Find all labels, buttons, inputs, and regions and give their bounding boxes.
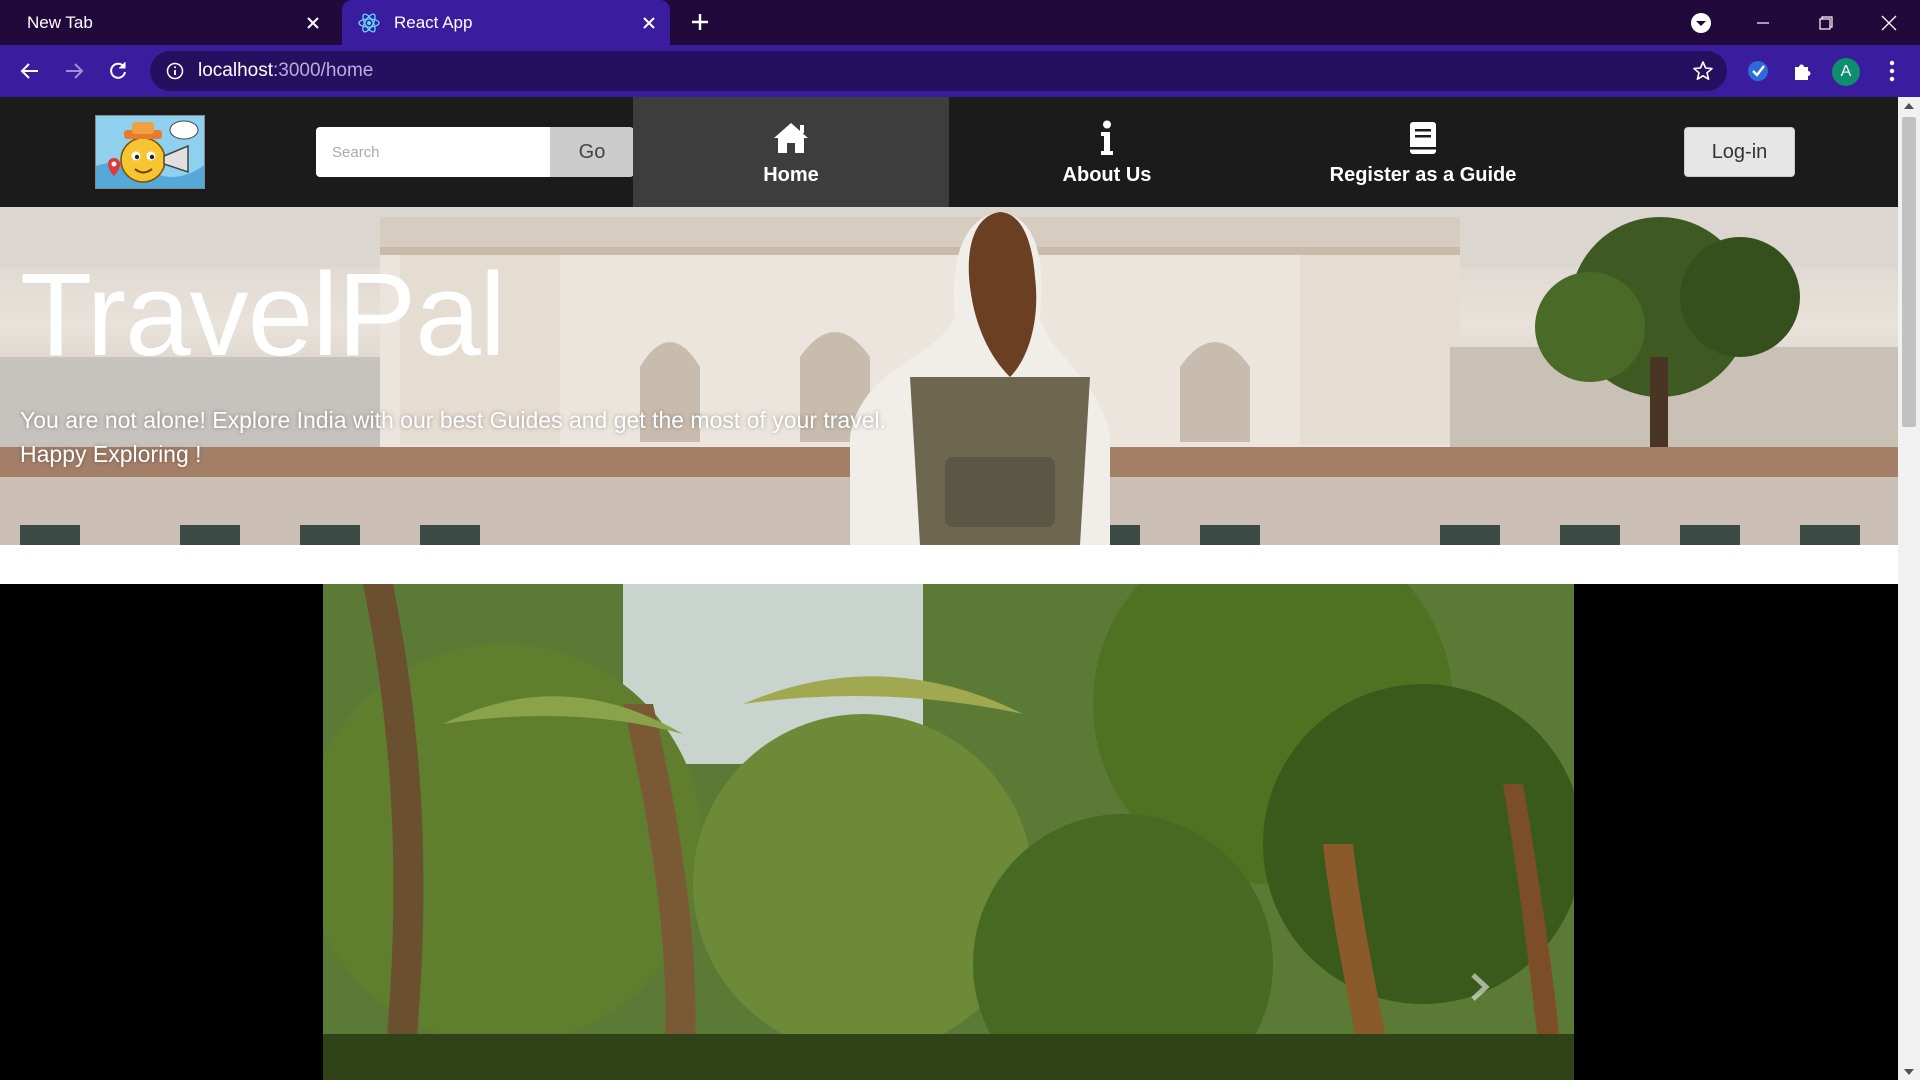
login-button[interactable]: Log-in <box>1684 127 1795 177</box>
hero-subtitle-line1: You are not alone! Explore India with ou… <box>20 407 887 433</box>
address-bar[interactable]: localhost:3000/home <box>150 51 1727 91</box>
profile-avatar[interactable]: A <box>1832 58 1860 86</box>
image-carousel <box>0 584 1898 1080</box>
hero-subtitle-line2: Happy Exploring ! <box>20 441 202 467</box>
scroll-up-arrow-icon[interactable] <box>1898 97 1920 114</box>
book-icon <box>1408 118 1438 158</box>
go-button[interactable]: Go <box>550 127 634 177</box>
site-navbar: Go Home About Us Register as a Guide Log… <box>0 97 1898 207</box>
tab-search-icon[interactable] <box>1686 8 1716 38</box>
scroll-down-arrow-icon[interactable] <box>1898 1063 1920 1080</box>
new-tab-button[interactable] <box>684 6 716 38</box>
page-scrollbar[interactable] <box>1898 97 1920 1080</box>
url-text: localhost:3000/home <box>198 60 373 82</box>
nav-item-about-us[interactable]: About Us <box>949 97 1265 207</box>
home-icon <box>772 118 810 158</box>
info-icon <box>1099 118 1115 158</box>
bookmark-star-icon[interactable] <box>1691 59 1715 83</box>
page-viewport: Go Home About Us Register as a Guide Log… <box>0 97 1920 1080</box>
restore-button[interactable] <box>1795 0 1857 45</box>
url-host: localhost <box>198 60 273 81</box>
browser-toolbar: localhost:3000/home A <box>0 45 1920 97</box>
close-icon[interactable] <box>298 8 328 38</box>
minimize-button[interactable] <box>1732 0 1794 45</box>
tab-title: React App <box>394 12 473 32</box>
extensions-puzzle-icon[interactable] <box>1785 54 1819 88</box>
site-logo[interactable] <box>95 115 205 189</box>
tab-title: New Tab <box>27 12 93 32</box>
browser-tab-new-tab[interactable]: New Tab <box>14 0 334 45</box>
hero-banner: TravelPal You are not alone! Explore Ind… <box>0 207 1898 545</box>
close-window-button[interactable] <box>1858 0 1920 45</box>
back-arrow-icon[interactable] <box>13 54 47 88</box>
url-path: :3000/home <box>273 60 374 81</box>
hero-subtitle: You are not alone! Explore India with ou… <box>20 403 886 471</box>
nav-item-label: Register as a Guide <box>1329 163 1517 186</box>
more-menu-icon[interactable] <box>1875 54 1909 88</box>
chevron-right-icon[interactable] <box>1462 969 1498 1005</box>
site-info-icon[interactable] <box>164 60 186 82</box>
forward-arrow-icon[interactable] <box>57 54 91 88</box>
search-input[interactable] <box>316 127 550 177</box>
browser-tab-strip: New Tab React App <box>0 0 1920 45</box>
close-icon[interactable] <box>634 8 664 38</box>
carousel-slide-image <box>323 584 1574 1080</box>
reload-icon[interactable] <box>101 54 135 88</box>
nav-item-label: Home <box>763 163 819 186</box>
extension-checkmark-icon[interactable] <box>1741 54 1775 88</box>
react-logo-icon <box>358 12 380 34</box>
browser-tab-react-app[interactable]: React App <box>342 0 670 45</box>
hero-title: TravelPal <box>20 249 506 381</box>
nav-item-register-guide[interactable]: Register as a Guide <box>1265 97 1581 207</box>
nav-item-label: About Us <box>1062 163 1152 186</box>
scrollbar-thumb[interactable] <box>1902 117 1916 427</box>
search-form: Go <box>316 127 634 177</box>
nav-item-home[interactable]: Home <box>633 97 949 207</box>
